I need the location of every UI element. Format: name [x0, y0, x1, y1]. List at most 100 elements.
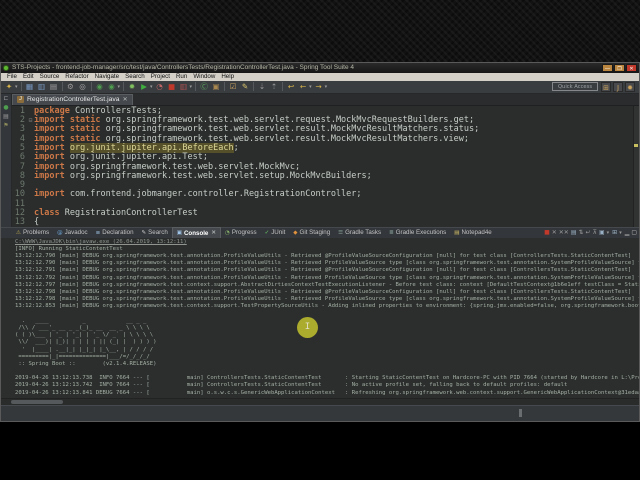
java-perspective-icon[interactable]: J — [613, 81, 623, 92]
console-line: 13:12:12.798 [main] DEBUG org.springfram… — [15, 296, 639, 303]
view-tab-gradle-executions[interactable]: ≣ Gradle Executions — [385, 227, 450, 238]
view-tab-close-icon[interactable]: ✕ — [211, 230, 216, 236]
editor-area: ⊏ ● ▤ ⚑ 1 package ControllersTests; 2 ⊟ import … — [1, 93, 639, 227]
progress-icon: ◔ — [225, 229, 230, 236]
menu-file[interactable]: File — [4, 73, 20, 80]
console-line: 2019-04-26 13:12:13.738 INFO 7664 --- [ … — [15, 375, 639, 382]
back-icon[interactable]: ← — [298, 81, 309, 92]
code-editor[interactable]: 1 package ControllersTests; 2 ⊟ import stati… — [12, 106, 639, 227]
display-selected-console-icon[interactable]: ▣ — [599, 228, 605, 237]
run-icon[interactable]: ▶ — [139, 81, 150, 92]
launch-indicator-icon[interactable]: ● — [3, 104, 8, 111]
code-line[interactable]: 10 import com.frontend.jobmanger.controll… — [12, 189, 639, 200]
update-project-icon[interactable]: ◉ — [106, 81, 117, 92]
new-java-class-icon[interactable]: Ⓒ — [199, 81, 210, 92]
scroll-lock-icon[interactable]: ⇅ — [579, 228, 584, 237]
view-tab-search[interactable]: ✎ Search — [138, 227, 172, 238]
coverage-icon[interactable]: ▥ — [178, 81, 189, 92]
overview-ruler[interactable] — [633, 105, 639, 227]
menu-help[interactable]: Help — [218, 73, 237, 80]
profile-icon[interactable]: ◔ — [154, 81, 165, 92]
pin-console-icon[interactable]: ⊼ — [593, 228, 597, 237]
menu-search[interactable]: Search — [122, 73, 148, 80]
occurrence-marker[interactable] — [634, 143, 638, 147]
console-view[interactable]: C:\WWW\JavaJDK\bin\javaw.exe (26.04.2019… — [1, 237, 639, 399]
code-line[interactable]: 13 { — [12, 217, 639, 227]
view-tab-console[interactable]: ▣ Console ✕ — [171, 227, 221, 239]
view-tab-gradle-tasks[interactable]: ☰ Gradle Tasks — [334, 227, 385, 238]
forward-dropdown-icon[interactable]: ▾ — [325, 84, 328, 90]
fold-marker-icon[interactable]: ⊟ — [27, 116, 34, 125]
code-segment: RegistrationControllerTest — [64, 207, 198, 218]
new-wizard-dropdown-icon[interactable]: ▾ — [15, 84, 18, 90]
quick-access-input[interactable]: Quick Access — [552, 82, 598, 92]
last-edit-location-icon[interactable]: ↩ — [286, 81, 297, 92]
build-all-icon[interactable]: ⚙ — [65, 81, 76, 92]
console-line: 13:12:12.792 [main] DEBUG org.springfram… — [15, 274, 639, 281]
bookmarks-view-icon[interactable]: ⚑ — [3, 122, 8, 129]
view-tab-problems[interactable]: ⚠ Problems — [12, 227, 53, 238]
menu-edit[interactable]: Edit — [20, 73, 37, 80]
clear-console-icon[interactable]: ▤ — [571, 228, 577, 237]
menu-run[interactable]: Run — [173, 73, 190, 80]
maximize-button[interactable]: ❐ — [614, 63, 625, 72]
coverage-dropdown-icon[interactable]: ▾ — [190, 84, 193, 90]
gradle-tasks-icon: ☰ — [338, 229, 344, 236]
stop-icon[interactable]: ■ — [166, 81, 177, 92]
menu-refactor[interactable]: Refactor — [62, 73, 91, 80]
menu-navigate[interactable]: Navigate — [92, 73, 122, 80]
menu-source[interactable]: Source — [37, 73, 63, 80]
new-wizard-icon[interactable]: ✦ — [4, 81, 15, 92]
console-hscrollbar-thumb[interactable] — [11, 400, 63, 405]
back-dropdown-icon[interactable]: ▾ — [309, 84, 312, 90]
junit-icon: ✓ — [264, 229, 270, 236]
save-icon[interactable]: ▦ — [24, 81, 35, 92]
outline-view-icon[interactable]: ▤ — [3, 113, 9, 120]
view-tab-javadoc[interactable]: @ Javadoc — [53, 227, 92, 238]
editor-tab-close-icon[interactable]: ✕ — [123, 96, 128, 103]
view-tab-junit[interactable]: ✓ JUnit — [261, 227, 290, 238]
open-type-icon[interactable]: ◎ — [77, 81, 88, 92]
run-dropdown-icon[interactable]: ▾ — [150, 84, 153, 90]
restore-view-icon[interactable]: ⊏ — [3, 95, 8, 102]
minimize-button[interactable]: — — [602, 63, 613, 72]
remove-launch-icon[interactable]: ✕ — [552, 228, 557, 237]
console-line: [INFO] Running StaticContentTest — [15, 245, 123, 252]
editor-tab-registrationcontrollertest[interactable]: J RegistrationControllerTest.java ✕ — [12, 93, 133, 105]
debug-icon[interactable]: ✹ — [127, 81, 138, 92]
previous-annotation-icon[interactable]: ⇡ — [269, 81, 280, 92]
word-wrap-icon[interactable]: ↵ — [586, 228, 591, 237]
titlebar[interactable]: STS-Projects - frontend-job-manager/src/… — [1, 63, 639, 73]
terminate-icon[interactable]: ■ — [544, 228, 550, 237]
save-all-icon[interactable]: ▥ — [36, 81, 47, 92]
maximize-view-icon[interactable]: ▢ — [631, 228, 637, 237]
menu-window[interactable]: Window — [190, 73, 218, 80]
open-perspective-icon[interactable]: ⊞ — [601, 81, 611, 92]
minimize-view-icon[interactable]: ▁ — [625, 228, 630, 237]
new-java-package-icon[interactable]: ▣ — [211, 81, 222, 92]
code-line[interactable]: 8 import org.springframework.test.web.ser… — [12, 171, 639, 181]
next-annotation-icon[interactable]: ⇣ — [257, 81, 268, 92]
update-project-dropdown-icon[interactable]: ▾ — [118, 84, 121, 90]
toggle-mark-occurrences-icon[interactable]: ✎ — [240, 81, 251, 92]
remove-all-terminated-icon[interactable]: ✕✕ — [559, 228, 569, 237]
menu-project[interactable]: Project — [148, 73, 173, 80]
external-tools-icon[interactable]: ◉ — [94, 81, 105, 92]
close-button[interactable]: ✕ — [626, 63, 637, 72]
view-tab-declaration[interactable]: ≡ Declaration — [92, 227, 138, 238]
display-selected-console-dropdown-icon[interactable]: ▾ — [607, 230, 610, 236]
console-hscrollbar[interactable] — [1, 398, 639, 406]
view-tab-git-staging[interactable]: ◆ Git Staging — [289, 227, 334, 238]
debug-perspective-icon[interactable]: ✹ — [625, 81, 635, 92]
code-segment: { — [34, 217, 40, 227]
open-console-dropdown-icon[interactable]: ▾ — [619, 230, 622, 236]
code-segment: com.frontend.jobmanger.controller.Regist… — [69, 189, 362, 200]
code-line[interactable]: 12 class RegistrationControllerTest — [12, 207, 639, 218]
view-tab-progress[interactable]: ◔ Progress — [221, 227, 261, 238]
forward-icon[interactable]: → — [313, 81, 324, 92]
open-console-icon[interactable]: ⊞ — [612, 228, 617, 237]
view-tab-label: Problems — [22, 229, 50, 237]
view-tab-notepad4e[interactable]: ▤ Notepad4e — [450, 227, 495, 238]
print-icon[interactable]: ▤ — [48, 81, 59, 92]
open-task-icon[interactable]: ☑ — [228, 81, 239, 92]
